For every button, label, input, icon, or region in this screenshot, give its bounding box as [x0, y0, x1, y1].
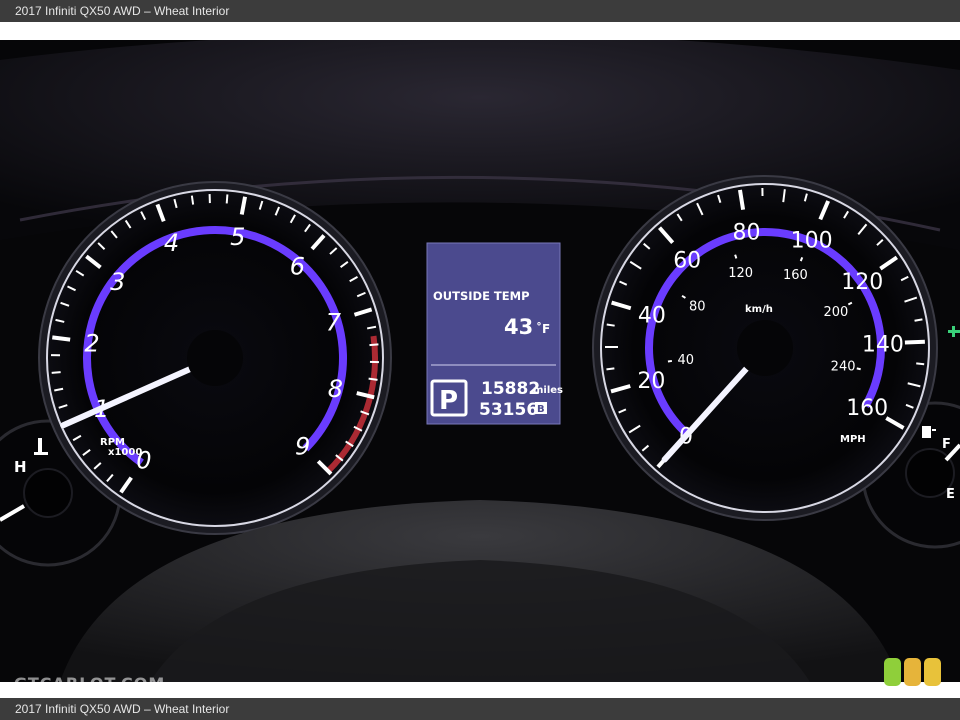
outside-temp-value: 43 — [504, 315, 533, 339]
speedo-kmh-tick — [856, 367, 861, 371]
tach-minor-tick — [190, 195, 195, 205]
trip-value: 53156 — [479, 400, 538, 420]
speedo-mph-number: 20 — [637, 369, 665, 394]
tach-unit-x1000: x1000 — [108, 447, 142, 458]
tach-number: 8 — [328, 375, 343, 403]
tach-number: 7 — [326, 308, 342, 336]
outside-temp-unit: ˚F — [536, 321, 550, 336]
tach-number: 3 — [110, 268, 125, 296]
mph-label: MPH — [840, 434, 866, 445]
speedo-kmh-number: 240 — [831, 359, 856, 374]
speedo-kmh-tick — [734, 254, 738, 259]
speedo-major-tick — [904, 339, 925, 345]
badge-dot-orange — [904, 658, 921, 686]
speedometer: 020406080100120140160 4080120160200240 k… — [592, 175, 938, 521]
badge-dot-yellow — [924, 658, 941, 686]
badge-dot-green — [884, 658, 901, 686]
kmh-label: km/h — [745, 304, 773, 315]
tach-number: 2 — [84, 329, 99, 357]
temp-hot-label: H — [14, 458, 27, 476]
speedo-kmh-number: 40 — [677, 353, 694, 368]
speedo-kmh-tick — [667, 359, 673, 363]
caption-bar-top: 2017 Infiniti QX50 AWD – Wheat Interior — [0, 0, 960, 22]
speedo-minor-tick — [914, 318, 923, 322]
speedo-mph-number: 60 — [673, 248, 701, 273]
instrument-cluster-photo: H F E 0123456789 — [0, 40, 960, 682]
speedo-minor-tick — [916, 362, 925, 366]
gear-indicator: P — [439, 386, 458, 416]
speedo-mph-number: 120 — [841, 270, 883, 295]
speedo-mph-number: 100 — [791, 229, 833, 254]
speedo-kmh-number: 120 — [728, 266, 753, 281]
fuel-empty-label: E — [946, 487, 955, 502]
trip-unit: B — [537, 404, 545, 415]
odometer-value: 15882 — [481, 379, 540, 399]
speedo-kmh-number: 160 — [783, 268, 808, 283]
outside-temp-label: OUTSIDE TEMP — [433, 289, 530, 303]
speedo-minor-tick — [606, 367, 615, 371]
speedo-mph-number: 140 — [862, 332, 904, 357]
tach-minor-tick — [368, 377, 378, 381]
speedo-minor-tick — [606, 323, 615, 327]
speedo-mph-number: 40 — [638, 303, 666, 328]
caption-text: 2017 Infiniti QX50 AWD – Wheat Interior — [15, 702, 230, 716]
tach-number: 6 — [290, 252, 305, 280]
watermark-logo: GTCARLOT.COM — [14, 674, 166, 693]
caption-bar-bottom: 2017 Infiniti QX50 AWD – Wheat Interior — [0, 698, 960, 720]
speedo-kmh-number: 80 — [689, 299, 706, 314]
tach-minor-tick — [225, 194, 229, 204]
tach-number: 4 — [164, 229, 179, 257]
tachometer: 0123456789 RPM x1000 — [38, 181, 392, 535]
speedo-mph-number: 80 — [733, 220, 761, 245]
tach-number: 5 — [230, 223, 245, 251]
site-badge — [884, 658, 941, 686]
odometer-unit: miles — [533, 385, 563, 396]
speedo-mph-number: 160 — [846, 396, 888, 421]
tach-major-tick — [52, 335, 71, 342]
tach-hub — [187, 330, 243, 386]
center-info-display: OUTSIDE TEMP 43 ˚F P 15882 miles 53156 B — [426, 242, 563, 425]
speedo-kmh-number: 200 — [824, 305, 849, 320]
fuel-full-label: F — [942, 437, 951, 452]
tach-minor-tick — [369, 343, 379, 347]
caption-text: 2017 Infiniti QX50 AWD – Wheat Interior — [15, 4, 230, 18]
speedo-kmh-tick — [799, 256, 804, 262]
speedo-hub — [737, 320, 793, 376]
tach-number: 9 — [295, 433, 310, 461]
tach-minor-tick — [51, 371, 61, 374]
